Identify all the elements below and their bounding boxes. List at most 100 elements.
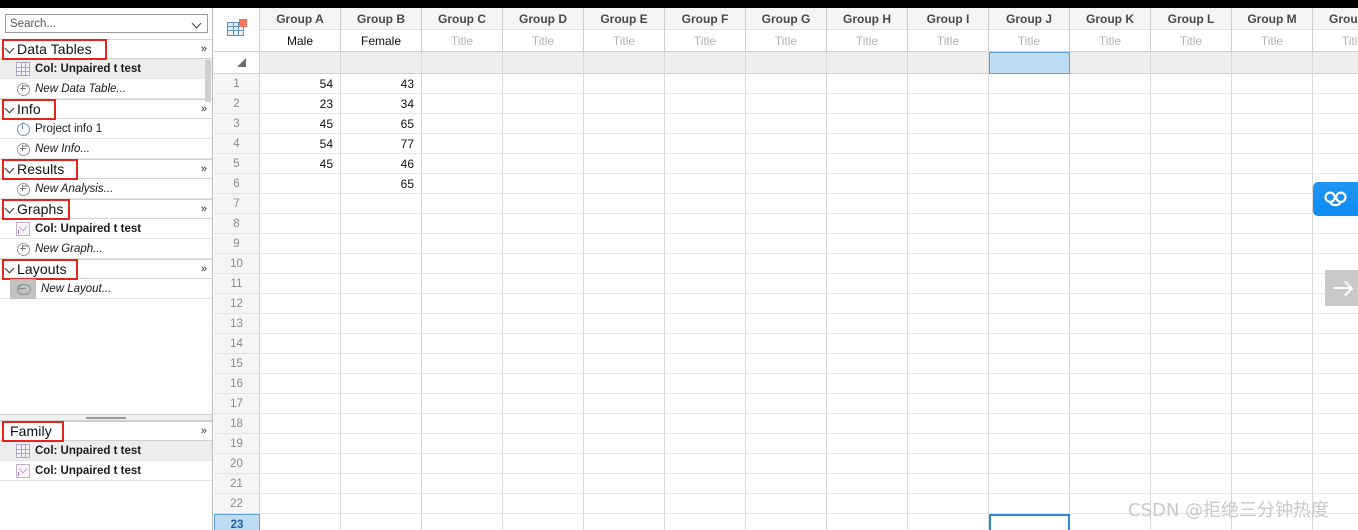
table-cell[interactable] [422, 154, 503, 174]
subheader-band-cell[interactable] [260, 52, 341, 74]
table-cell[interactable] [746, 134, 827, 154]
row-header[interactable]: 12 [214, 294, 260, 314]
table-cell[interactable] [1070, 394, 1151, 414]
table-cell[interactable] [422, 454, 503, 474]
row-header[interactable]: 13 [214, 314, 260, 334]
table-cell[interactable] [827, 434, 908, 454]
table-cell[interactable] [260, 394, 341, 414]
table-cell[interactable]: 54 [260, 134, 341, 154]
table-cell[interactable] [665, 214, 746, 234]
table-cell[interactable] [1232, 174, 1313, 194]
table-cell[interactable] [584, 254, 665, 274]
column-subtitle-input[interactable]: Female [341, 30, 421, 52]
table-cell[interactable] [827, 414, 908, 434]
table-cell[interactable] [1151, 74, 1232, 94]
table-row[interactable]: 11 [214, 274, 1358, 294]
column-header-group-k[interactable]: Group K Title [1070, 8, 1151, 52]
table-cell[interactable] [746, 434, 827, 454]
table-cell[interactable] [1313, 394, 1358, 414]
table-cell[interactable] [422, 234, 503, 254]
row-header[interactable]: 4 [214, 134, 260, 154]
table-cell[interactable] [1151, 354, 1232, 374]
table-cell[interactable] [341, 274, 422, 294]
table-cell[interactable] [1313, 454, 1358, 474]
section-expand-icon[interactable]: » [201, 103, 207, 115]
table-cell[interactable] [746, 454, 827, 474]
column-subtitle-input[interactable]: Title [422, 30, 502, 52]
table-cell[interactable] [908, 474, 989, 494]
table-cell[interactable] [665, 94, 746, 114]
table-cell[interactable] [422, 334, 503, 354]
table-cell[interactable] [665, 374, 746, 394]
subheader-band-cell[interactable] [1070, 52, 1151, 74]
table-cell[interactable] [1151, 334, 1232, 354]
navigator-scrollbar-thumb[interactable] [205, 60, 211, 102]
table-row[interactable]: 12 [214, 294, 1358, 314]
table-cell[interactable] [1070, 314, 1151, 334]
table-cell[interactable] [1232, 454, 1313, 474]
table-cell[interactable] [341, 214, 422, 234]
table-cell[interactable] [665, 154, 746, 174]
table-cell[interactable] [989, 414, 1070, 434]
table-cell[interactable] [1151, 454, 1232, 474]
sheet-corner-cell[interactable] [214, 8, 260, 52]
table-cell[interactable] [341, 314, 422, 334]
search-input[interactable] [10, 17, 192, 30]
table-cell[interactable] [908, 294, 989, 314]
table-cell[interactable] [746, 234, 827, 254]
table-cell[interactable] [1070, 194, 1151, 214]
table-cell[interactable]: 23 [260, 94, 341, 114]
table-cell[interactable] [422, 394, 503, 414]
table-row[interactable]: 17 [214, 394, 1358, 414]
table-cell[interactable] [260, 214, 341, 234]
table-cell[interactable] [1232, 214, 1313, 234]
table-cell[interactable] [1151, 294, 1232, 314]
subheader-band-cell[interactable] [665, 52, 746, 74]
table-cell[interactable] [1313, 74, 1358, 94]
table-cell[interactable] [1151, 514, 1232, 530]
table-cell[interactable] [1070, 454, 1151, 474]
chevron-down-icon[interactable] [192, 18, 203, 29]
subheader-band-cell[interactable] [827, 52, 908, 74]
row-header[interactable]: 1 [214, 74, 260, 94]
column-subtitle-input[interactable]: Title [665, 30, 745, 52]
table-cell[interactable] [422, 414, 503, 434]
table-cell[interactable] [584, 114, 665, 134]
table-cell[interactable] [989, 474, 1070, 494]
column-subtitle-input[interactable]: Title [584, 30, 664, 52]
table-cell[interactable] [584, 74, 665, 94]
table-cell[interactable] [989, 294, 1070, 314]
chevron-down-icon[interactable] [4, 103, 17, 116]
row-header[interactable]: 22 [214, 494, 260, 514]
table-cell[interactable] [503, 314, 584, 334]
table-cell[interactable] [503, 254, 584, 274]
section-expand-icon[interactable]: » [201, 425, 207, 437]
column-header-group-f[interactable]: Group F Title [665, 8, 746, 52]
table-cell[interactable] [746, 154, 827, 174]
table-cell[interactable] [1313, 154, 1358, 174]
table-cell[interactable]: 34 [341, 94, 422, 114]
table-cell[interactable] [989, 334, 1070, 354]
nav-item[interactable]: New Analysis... [0, 179, 212, 199]
table-cell[interactable] [584, 194, 665, 214]
table-cell[interactable] [584, 414, 665, 434]
table-cell[interactable] [1313, 414, 1358, 434]
table-cell[interactable] [341, 474, 422, 494]
table-cell[interactable] [503, 74, 584, 94]
table-cell[interactable] [260, 334, 341, 354]
section-expand-icon[interactable]: » [201, 263, 207, 275]
table-cell[interactable] [827, 394, 908, 414]
table-cell[interactable] [908, 114, 989, 134]
table-cell[interactable] [827, 94, 908, 114]
table-row[interactable]: 23 [214, 514, 1358, 530]
table-cell[interactable] [1313, 354, 1358, 374]
table-cell[interactable] [746, 414, 827, 434]
nav-item[interactable]: New Graph... [0, 239, 212, 259]
subheader-band-cell[interactable] [1151, 52, 1232, 74]
table-cell[interactable] [665, 414, 746, 434]
table-cell[interactable] [827, 454, 908, 474]
table-cell[interactable] [1151, 134, 1232, 154]
table-cell[interactable] [665, 74, 746, 94]
table-cell[interactable] [260, 194, 341, 214]
table-cell[interactable] [341, 374, 422, 394]
